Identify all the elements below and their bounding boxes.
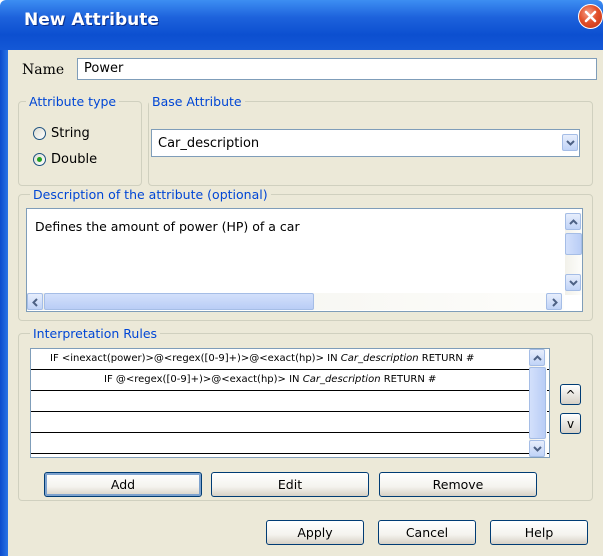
description-scroll-left[interactable] bbox=[27, 293, 43, 310]
rules-scroll-up[interactable] bbox=[529, 349, 545, 366]
rules-scroll-down[interactable] bbox=[529, 440, 545, 457]
close-button[interactable] bbox=[578, 4, 603, 29]
move-down-button[interactable]: v bbox=[560, 413, 581, 434]
description-hscroll-thumb[interactable] bbox=[44, 293, 314, 310]
dialog-body: Name Power Attribute type String Double … bbox=[8, 50, 603, 556]
radio-double[interactable]: Double bbox=[33, 152, 97, 167]
radio-double-button[interactable] bbox=[33, 153, 46, 166]
base-attribute-title: Base Attribute bbox=[149, 94, 245, 109]
rules-title: Interpretation Rules bbox=[30, 326, 161, 341]
base-attribute-dropdown-button[interactable] bbox=[562, 134, 578, 151]
remove-button[interactable]: Remove bbox=[379, 472, 537, 497]
radio-string-button[interactable] bbox=[33, 127, 46, 140]
rules-table: IF <inexact(power)>@<regex([0-9]+)>@<exa… bbox=[30, 348, 550, 458]
table-row[interactable] bbox=[31, 391, 549, 412]
arrow-down-icon bbox=[569, 280, 578, 286]
arrow-left-icon bbox=[32, 298, 38, 307]
radio-double-label: Double bbox=[51, 152, 98, 167]
table-row[interactable] bbox=[31, 433, 549, 454]
rule-text: IF @<regex([0-9]+)>@<exact(hp)> IN Car_d… bbox=[104, 374, 437, 385]
attribute-type-title: Attribute type bbox=[26, 94, 120, 109]
name-input[interactable]: Power bbox=[77, 58, 597, 80]
base-attribute-select[interactable]: Car_description bbox=[151, 129, 580, 157]
edit-button[interactable]: Edit bbox=[211, 472, 369, 497]
apply-button[interactable]: Apply bbox=[266, 520, 364, 545]
base-attribute-value: Car_description bbox=[158, 136, 260, 151]
move-up-button[interactable]: ^ bbox=[560, 384, 581, 405]
title-bar[interactable]: New Attribute bbox=[0, 0, 603, 50]
description-vscroll-thumb[interactable] bbox=[565, 233, 582, 255]
radio-string[interactable]: String bbox=[33, 126, 90, 141]
name-label: Name bbox=[22, 62, 65, 78]
description-scroll-down[interactable] bbox=[565, 274, 581, 291]
attribute-type-group bbox=[18, 101, 142, 186]
table-row[interactable]: IF @<regex([0-9]+)>@<exact(hp)> IN Car_d… bbox=[31, 370, 549, 391]
description-scroll-right[interactable] bbox=[546, 293, 562, 310]
close-icon bbox=[584, 10, 597, 23]
radio-string-label: String bbox=[51, 126, 90, 141]
description-text: Defines the amount of power (HP) of a ca… bbox=[35, 219, 300, 234]
chevron-down-icon bbox=[566, 140, 575, 146]
add-button[interactable]: Add bbox=[44, 472, 202, 497]
rule-text: IF <inexact(power)>@<regex([0-9]+)>@<exa… bbox=[50, 353, 475, 364]
arrow-up-icon bbox=[533, 355, 542, 361]
window-title: New Attribute bbox=[24, 10, 159, 30]
arrow-up-icon bbox=[569, 219, 578, 225]
cancel-button[interactable]: Cancel bbox=[378, 520, 476, 545]
window-frame bbox=[0, 50, 8, 556]
rules-vscroll-thumb[interactable] bbox=[529, 367, 546, 439]
arrow-down-icon bbox=[533, 446, 542, 452]
table-row[interactable]: IF <inexact(power)>@<regex([0-9]+)>@<exa… bbox=[31, 349, 549, 370]
table-row[interactable] bbox=[31, 412, 549, 433]
help-button[interactable]: Help bbox=[490, 520, 588, 545]
new-attribute-dialog: New Attribute Name Power Attribute type … bbox=[0, 0, 603, 556]
description-title: Description of the attribute (optional) bbox=[30, 187, 271, 202]
arrow-right-icon bbox=[552, 298, 558, 307]
description-scroll-up[interactable] bbox=[565, 213, 581, 230]
